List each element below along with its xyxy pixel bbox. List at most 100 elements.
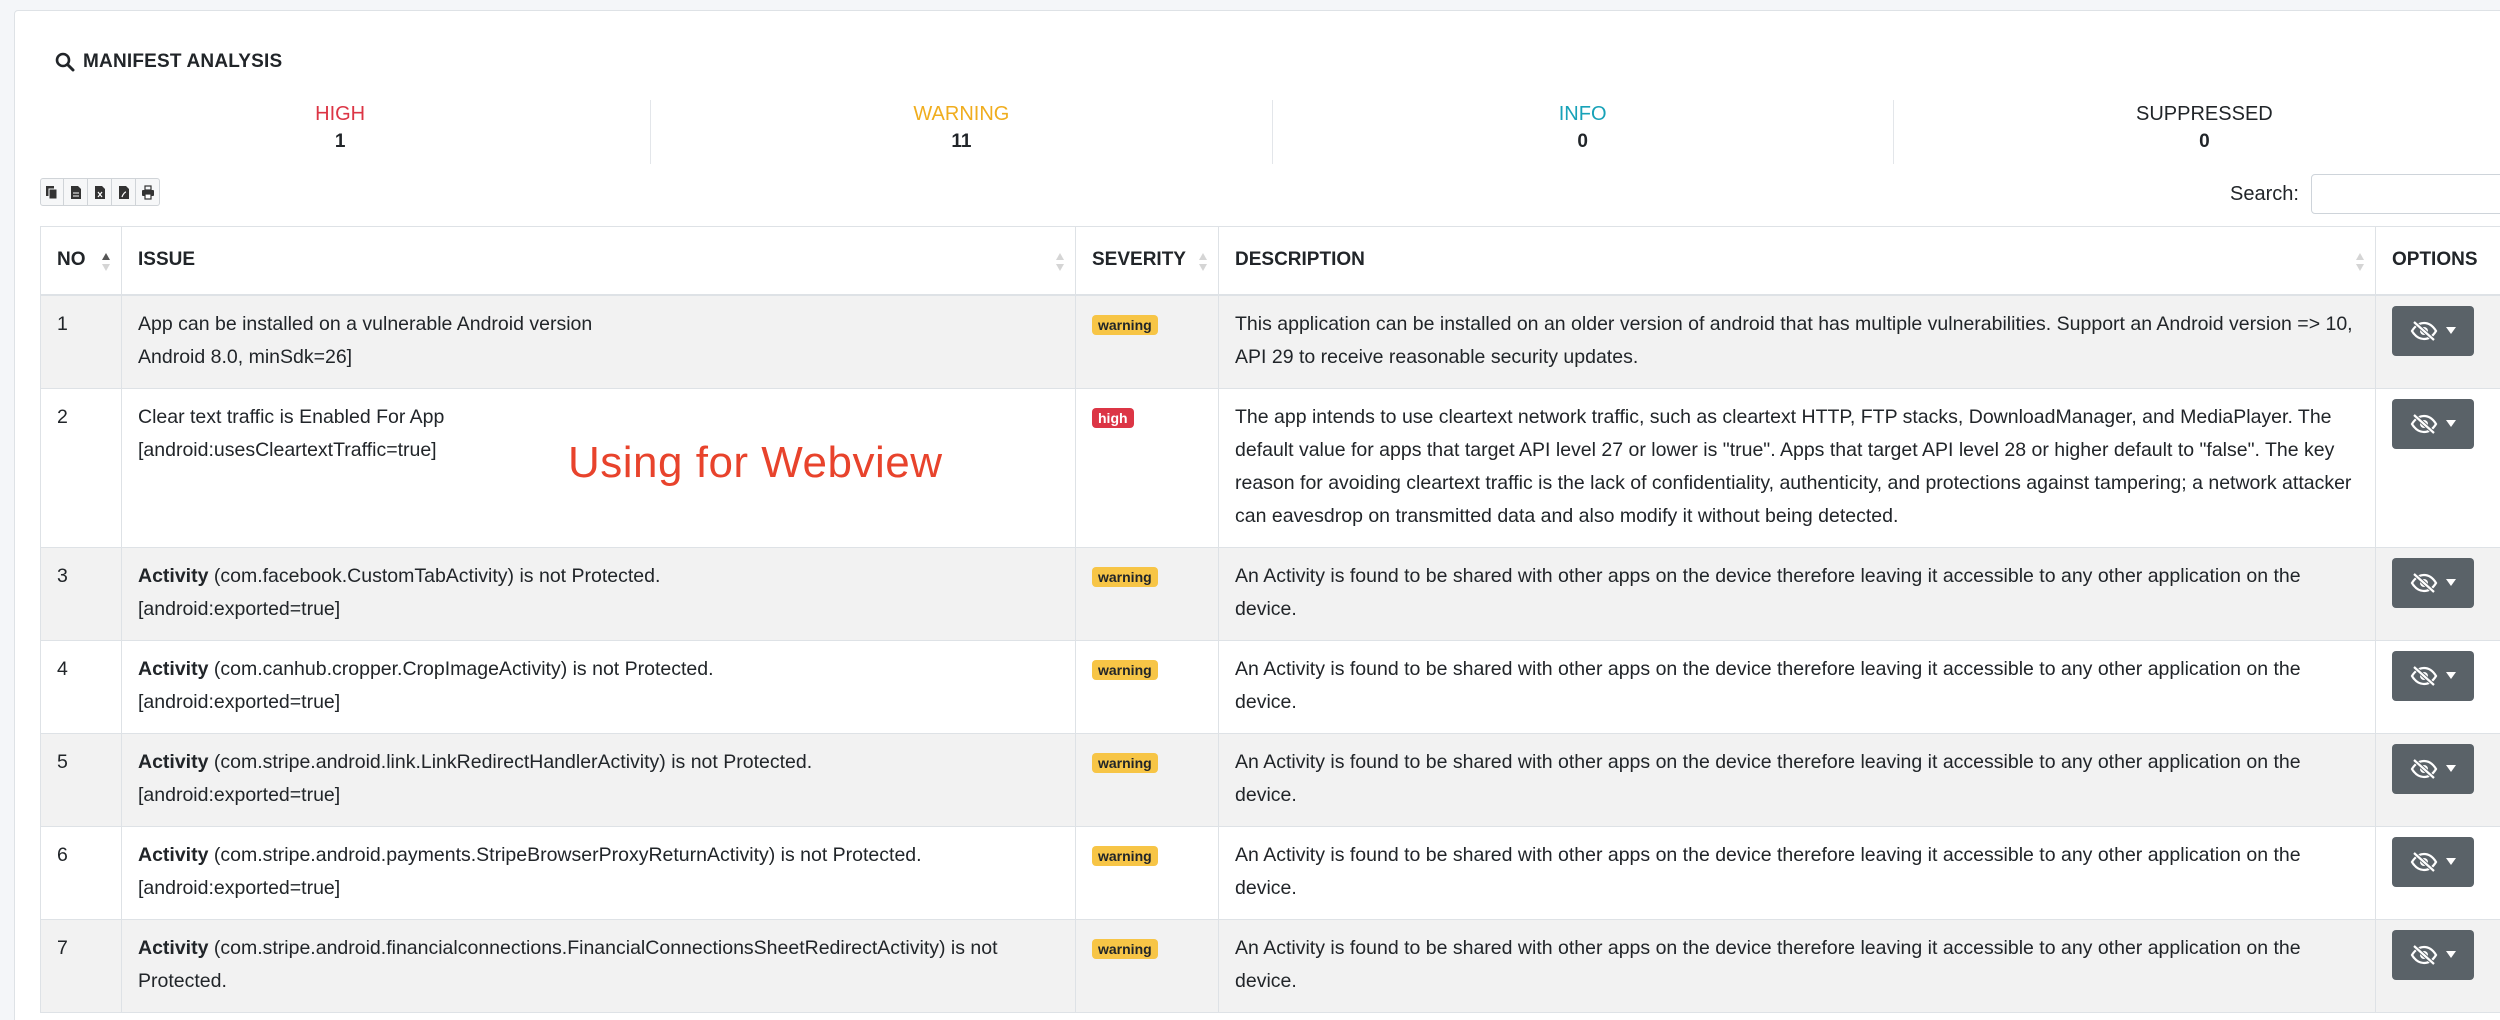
sort-icon — [1056, 253, 1064, 271]
severity-badge: warning — [1092, 659, 1158, 680]
cell-description: The app intends to use cleartext network… — [1218, 387, 2376, 548]
section-title-text: MANIFEST ANALYSIS — [83, 51, 283, 72]
severity-badge: warning — [1092, 938, 1158, 959]
stat-suppressed-value: 0 — [2199, 131, 2210, 152]
cell-description: An Activity is found to be shared with o… — [1218, 546, 2376, 641]
cell-severity: warning — [1075, 546, 1219, 641]
eye-slash-icon — [2410, 944, 2438, 965]
issue-type: Activity — [138, 843, 209, 866]
cell-description: This application can be installed on an … — [1218, 294, 2376, 389]
cell-severity: warning — [1075, 294, 1219, 389]
caret-down-icon — [2446, 579, 2456, 586]
cell-issue: Activity (com.facebook.CustomTabActivity… — [121, 546, 1076, 641]
caret-down-icon — [2446, 420, 2456, 427]
cell-description: An Activity is found to be shared with o… — [1218, 918, 2376, 1013]
suppress-dropdown-button[interactable] — [2392, 743, 2474, 794]
suppress-dropdown-button[interactable] — [2392, 398, 2474, 449]
suppress-dropdown-button[interactable] — [2392, 557, 2474, 608]
severity-summary: HIGH 1 WARNING 11 INFO 0 SUPPRESSED 0 — [30, 100, 2500, 164]
cell-issue: App can be installed on a vulnerable And… — [121, 294, 1076, 389]
sort-asc-icon — [102, 253, 110, 271]
csv-button[interactable] — [64, 178, 88, 206]
stat-info-value: 0 — [1577, 131, 1588, 152]
stat-info-label: INFO — [1558, 103, 1607, 125]
annotation-note: Using for Webview — [568, 438, 943, 487]
stat-warning-label: WARNING — [913, 103, 1010, 125]
pdf-button[interactable] — [112, 178, 136, 206]
cell-options — [2375, 918, 2500, 1013]
suppress-dropdown-button[interactable] — [2392, 305, 2474, 356]
suppress-dropdown-button[interactable] — [2392, 929, 2474, 980]
issue-detail: [android:exported=true] — [138, 876, 341, 899]
eye-slash-icon — [2410, 758, 2438, 779]
severity-badge: warning — [1092, 314, 1158, 335]
cell-severity: high — [1075, 387, 1219, 548]
stat-warning-value: 11 — [951, 131, 972, 152]
issue-detail: [android:exported=true] — [138, 783, 341, 806]
stat-suppressed: SUPPRESSED 0 — [1894, 100, 2500, 164]
issue-title: (com.stripe.android.financialconnections… — [138, 936, 998, 992]
cell-no: 1 — [40, 294, 122, 389]
table-row: 6 Activity (com.stripe.android.payments.S… — [40, 825, 2500, 920]
cell-no: 4 — [40, 639, 122, 734]
stat-high: HIGH 1 — [30, 100, 652, 164]
table-row: 1 App can be installed on a vulnerable An… — [40, 294, 2500, 389]
table-row: 4 Activity (com.canhub.cropper.CropImageA… — [40, 639, 2500, 734]
copy-button[interactable] — [40, 178, 64, 206]
cell-options — [2375, 294, 2500, 389]
search-input[interactable] — [2310, 174, 2500, 214]
cell-description: An Activity is found to be shared with o… — [1218, 639, 2376, 734]
sort-icon — [2356, 253, 2364, 271]
issue-detail: [android:exported=true] — [138, 597, 341, 620]
severity-badge: high — [1092, 407, 1134, 428]
eye-slash-icon — [2410, 851, 2438, 872]
suppress-dropdown-button[interactable] — [2392, 836, 2474, 887]
column-header-description[interactable]: DESCRIPTION — [1218, 226, 2376, 296]
column-header-label: OPTIONS — [2392, 249, 2478, 271]
column-header-no[interactable]: NO — [40, 226, 122, 296]
issue-title: (com.facebook.CustomTabActivity) is not … — [208, 564, 661, 587]
stat-info: INFO 0 — [1273, 100, 1894, 164]
cell-description: An Activity is found to be shared with o… — [1218, 732, 2376, 827]
issue-detail: Android 8.0, minSdk=26] — [138, 345, 353, 368]
cell-options — [2375, 825, 2500, 920]
export-toolbar — [40, 178, 160, 206]
cell-severity: warning — [1075, 825, 1219, 920]
stat-high-label: HIGH — [315, 103, 366, 125]
table-row: 3 Activity (com.facebook.CustomTabActivit… — [40, 546, 2500, 641]
severity-badge: warning — [1092, 752, 1158, 773]
cell-no: 2 — [40, 387, 122, 548]
eye-slash-icon — [2410, 413, 2438, 434]
caret-down-icon — [2446, 672, 2456, 679]
excel-button[interactable] — [88, 178, 112, 206]
stat-warning: WARNING 11 — [651, 100, 1273, 164]
stat-suppressed-label: SUPPRESSED — [2136, 103, 2273, 125]
issue-title: (com.stripe.android.link.LinkRedirectHan… — [208, 750, 813, 773]
column-header-label: NO — [57, 249, 86, 271]
cell-no: 3 — [40, 546, 122, 641]
search-icon — [55, 52, 75, 72]
table-row: 7 Activity (com.stripe.android.financialc… — [40, 918, 2500, 1013]
column-header-severity[interactable]: SEVERITY — [1075, 226, 1219, 296]
table-row: 5 Activity (com.stripe.android.link.LinkR… — [40, 732, 2500, 827]
csv-icon — [70, 185, 81, 199]
eye-slash-icon — [2410, 572, 2438, 593]
suppress-dropdown-button[interactable] — [2392, 650, 2474, 701]
eye-slash-icon — [2410, 320, 2438, 341]
print-button[interactable] — [136, 178, 160, 206]
cell-issue: Activity (com.stripe.android.financialco… — [121, 918, 1076, 1013]
print-icon — [141, 184, 154, 200]
cell-severity: warning — [1075, 732, 1219, 827]
column-header-label: DESCRIPTION — [1235, 249, 1365, 271]
cell-issue: Activity (com.stripe.android.link.LinkRe… — [121, 732, 1076, 827]
section-title: MANIFEST ANALYSIS — [55, 47, 282, 77]
cell-options — [2375, 387, 2500, 548]
manifest-table: NO ISSUE SEVERITY DESCRIPTION OPTIONS 1A… — [40, 226, 2500, 1013]
severity-badge: warning — [1092, 566, 1158, 587]
eye-slash-icon — [2410, 665, 2438, 686]
column-header-options[interactable]: OPTIONS — [2375, 226, 2500, 296]
cell-severity: warning — [1075, 639, 1219, 734]
table-row: 2 Clear text traffic is Enabled For App [a… — [40, 387, 2500, 548]
column-header-issue[interactable]: ISSUE — [121, 226, 1076, 296]
issue-type: Activity — [138, 750, 209, 773]
